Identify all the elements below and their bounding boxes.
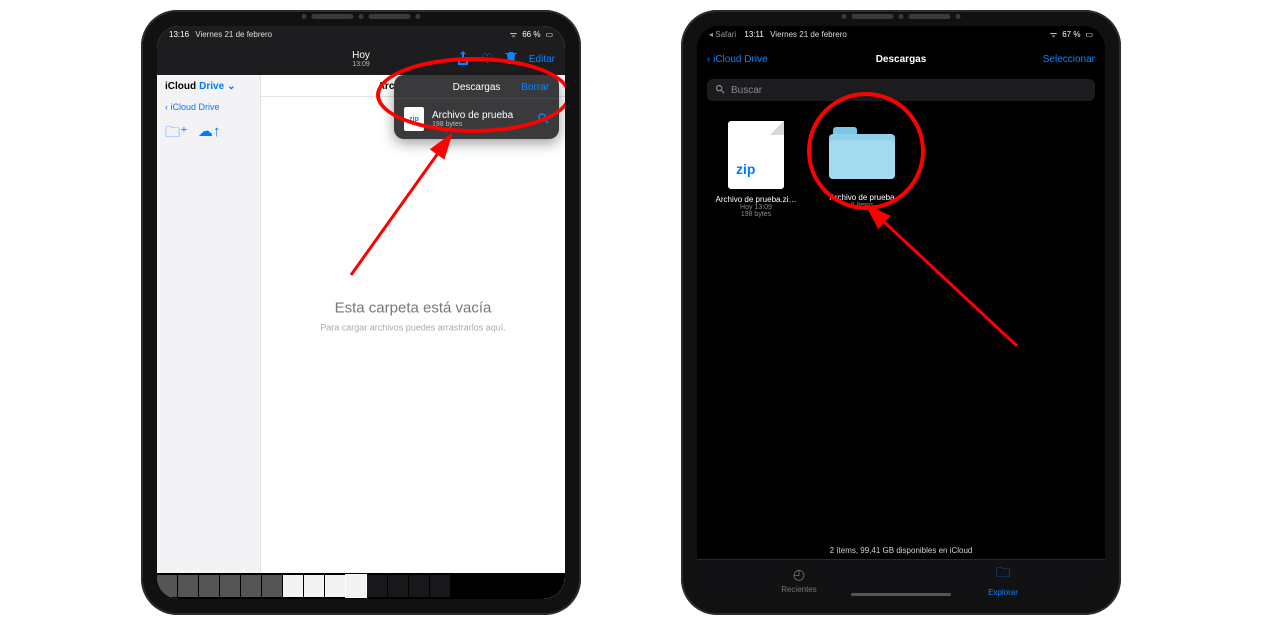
tab-recents-label: Recientes xyxy=(781,585,817,594)
ipad-notch xyxy=(302,14,421,19)
status-bar: 13:16 Viernes 21 de febrero ᯤ 66 % ▭ xyxy=(157,26,565,43)
zip-label: zip xyxy=(736,161,755,177)
browser-topbar: Hoy 13:09 ♡ Editar xyxy=(157,43,565,75)
status-date: Viernes 21 de febrero xyxy=(770,30,847,39)
ipad-right: ◂ Safari 13:11 Viernes 21 de febrero ᯤ 6… xyxy=(681,10,1121,615)
sidebar-iconrow: 🗀⁺ ☁︎↑ xyxy=(157,116,260,153)
sidebar-back[interactable]: iCloud Drive xyxy=(157,98,260,116)
popover-clear[interactable]: Borrar xyxy=(521,82,549,93)
screen-browser: 13:16 Viernes 21 de febrero ᯤ 66 % ▭ Hoy… xyxy=(157,26,565,599)
download-name: Archivo de prueba xyxy=(432,110,529,121)
zip-document-icon: zip xyxy=(728,121,784,189)
sidebar: iCloud Drive ⌄ iCloud Drive 🗀⁺ ☁︎↑ xyxy=(157,75,261,599)
folder-items: 0 ítems xyxy=(819,202,905,209)
status-date: Viernes 21 de febrero xyxy=(195,30,272,39)
magnify-icon[interactable] xyxy=(537,112,549,127)
screen-files: ◂ Safari 13:11 Viernes 21 de febrero ᯤ 6… xyxy=(697,26,1105,599)
wifi-icon: ᯤ xyxy=(510,29,517,40)
status-bar: ◂ Safari 13:11 Viernes 21 de febrero ᯤ 6… xyxy=(697,26,1105,43)
home-indicator xyxy=(851,593,951,596)
download-item[interactable]: zip Archivo de prueba 198 bytes xyxy=(394,99,559,139)
download-meta: Archivo de prueba 198 bytes xyxy=(432,110,529,128)
browser-body: iCloud Drive ⌄ iCloud Drive 🗀⁺ ☁︎↑ Archi… xyxy=(157,75,565,599)
ipad-notch xyxy=(842,14,961,19)
clock-icon: ◴ xyxy=(793,566,805,583)
storage-status: 2 ítems, 99,41 GB disponibles en iCloud xyxy=(697,546,1105,555)
photo-thumbnails[interactable] xyxy=(157,573,565,599)
files-grid: zip Archivo de prueba.zi… Hoy 13:09 198 … xyxy=(697,105,1105,234)
status-right: ᯤ 67 % ▭ xyxy=(1050,29,1093,40)
search-icon xyxy=(715,84,725,97)
topbar-subtitle: 13:09 xyxy=(157,61,565,69)
zip-date: Hoy 13:09 xyxy=(713,204,799,211)
files-nav: iCloud Drive Descargas Seleccionar xyxy=(697,43,1105,75)
sidebar-title-link: Drive xyxy=(199,81,224,92)
topbar-title: Hoy xyxy=(157,50,565,61)
folder-icon xyxy=(829,127,895,179)
status-left: 13:16 Viernes 21 de febrero xyxy=(169,30,272,39)
empty-state: Esta carpeta está vacía Para cargar arch… xyxy=(261,300,565,333)
status-time: 13:16 xyxy=(169,30,189,39)
status-time: 13:11 xyxy=(744,30,763,39)
new-folder-icon[interactable]: 🗀⁺ xyxy=(165,122,188,147)
content-area: Archivo de pru Descargas Borrar zip Arch… xyxy=(261,75,565,599)
search-bar[interactable]: Buscar xyxy=(707,79,1095,101)
battery-icon: ▭ xyxy=(1085,30,1093,39)
file-zip[interactable]: zip Archivo de prueba.zi… Hoy 13:09 198 … xyxy=(713,121,799,218)
tab-browse-label: Explorar xyxy=(988,588,1018,597)
folder-icon: 🗀 xyxy=(996,562,1010,586)
search-placeholder: Buscar xyxy=(731,85,762,96)
downloads-popover: Descargas Borrar zip Archivo de prueba 1… xyxy=(394,75,559,139)
empty-subtitle: Para cargar archivos puedes arrastrarlos… xyxy=(261,323,565,333)
wifi-icon: ᯤ xyxy=(1050,29,1057,40)
file-folder[interactable]: Archivo de prueba 0 ítems xyxy=(819,121,905,218)
upload-cloud-icon[interactable]: ☁︎↑ xyxy=(198,122,221,147)
popover-header: Descargas Borrar xyxy=(394,75,559,99)
battery-text: 67 % xyxy=(1062,30,1080,39)
topbar-title-wrap: Hoy 13:09 xyxy=(157,50,565,69)
empty-title: Esta carpeta está vacía xyxy=(261,300,565,317)
battery-icon: ▭ xyxy=(545,30,553,39)
annotation-arrow xyxy=(311,115,491,285)
ipad-left: 13:16 Viernes 21 de febrero ᯤ 66 % ▭ Hoy… xyxy=(141,10,581,615)
zip-name: Archivo de prueba.zi… xyxy=(713,195,799,204)
status-right: ᯤ 66 % ▭ xyxy=(510,29,553,40)
download-size: 198 bytes xyxy=(432,121,529,128)
status-back-app[interactable]: ◂ Safari xyxy=(709,30,736,39)
chevron-down-icon: ⌄ xyxy=(227,81,235,92)
sidebar-title-prefix: iCloud xyxy=(165,81,196,92)
sidebar-title[interactable]: iCloud Drive ⌄ xyxy=(157,75,260,98)
folder-name: Archivo de prueba xyxy=(819,193,905,202)
zip-size: 198 bytes xyxy=(713,211,799,218)
nav-title: Descargas xyxy=(697,54,1105,65)
zip-file-icon: zip xyxy=(404,107,424,131)
status-left: ◂ Safari 13:11 Viernes 21 de febrero xyxy=(709,30,847,39)
battery-text: 66 % xyxy=(522,30,540,39)
